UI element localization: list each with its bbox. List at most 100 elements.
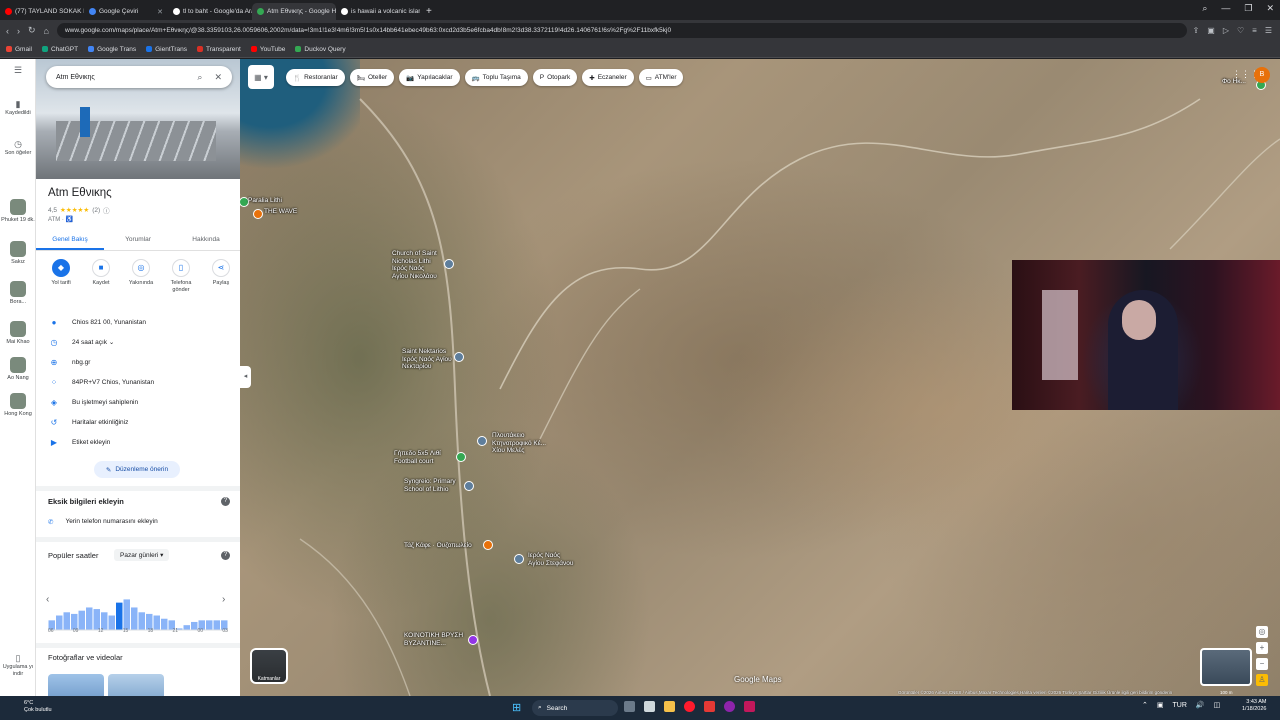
map-place-pin[interactable] (477, 436, 487, 446)
tab-1[interactable]: Yorumlar (104, 229, 172, 250)
action-button[interactable]: ■ Kaydet (86, 259, 116, 294)
forward-icon[interactable]: › (17, 26, 20, 36)
rail-recent-place[interactable]: Bora... (0, 281, 36, 306)
rail-recent-place[interactable]: Ao Nang (0, 357, 36, 382)
zoom-in-button[interactable]: + (1256, 642, 1268, 654)
info-row[interactable]: ▶ Etiket ekleyin (48, 432, 236, 452)
play-icon[interactable]: ▷ (1223, 26, 1229, 35)
map-place-label[interactable]: Γήπεδο 5x5 Λιθί Football court (394, 450, 441, 465)
back-icon[interactable]: ‹ (6, 26, 9, 36)
layers-thumbnail-button[interactable]: Katmanlar (250, 648, 288, 684)
map-place-pin[interactable] (454, 352, 464, 362)
windows-start-icon[interactable]: ⊞ (512, 701, 521, 714)
bookmark-item[interactable]: Duckov Query (295, 46, 346, 53)
category-chip[interactable]: ✚ Eczaneler (582, 69, 634, 86)
get-app-button[interactable]: ▯ Uygulama yı indir (0, 654, 36, 678)
map-place-label[interactable]: ΚΟΙΝΟΤΙΚΗ ΒΡΥΣΗ ΒΥΖΑΝΤΙΝΕ... (404, 632, 463, 647)
search-input[interactable]: Atm Εθνικης (56, 74, 95, 81)
heart-icon[interactable]: ♡ (1237, 26, 1244, 35)
action-button[interactable]: ⋖ Paylaş (206, 259, 236, 294)
tab-0[interactable]: Genel Bakış (36, 229, 104, 250)
review-count[interactable]: (2) (92, 207, 100, 214)
map-place-label[interactable]: Paralia Lithi (248, 197, 282, 205)
map-place-pin[interactable] (483, 540, 493, 550)
photo-thumbnail[interactable] (108, 674, 164, 696)
file-explorer-icon[interactable] (664, 701, 675, 712)
category-chip[interactable]: 🛏 Oteller (349, 69, 395, 86)
opera-icon[interactable] (684, 701, 695, 712)
info-row[interactable]: ⁘ 84PR+V7 Chios, Yunanistan (48, 372, 236, 392)
bookmark-item[interactable]: Transparent (197, 46, 241, 53)
minimize-icon[interactable]: — (1221, 3, 1230, 14)
help-icon[interactable]: ? (221, 551, 230, 560)
bookmark-item[interactable]: GientTrans (146, 46, 187, 53)
restore-icon[interactable]: ❐ (1244, 3, 1252, 14)
recording-app-icon[interactable] (704, 701, 715, 712)
map-place-pin[interactable] (464, 481, 474, 491)
map-place-pin[interactable] (514, 554, 524, 564)
bookmark-item[interactable]: YouTube (250, 46, 285, 53)
layers-toggle-button[interactable]: ▦ ▾ (248, 65, 274, 89)
rail-recent-place[interactable]: Mai Khao (0, 321, 36, 346)
browser-tab[interactable]: is hawaii a volcanic island✕ (336, 3, 420, 20)
volume-icon[interactable]: 🔊 (1196, 701, 1205, 709)
info-row[interactable]: ↺ Haritalar etkinliğiniz (48, 412, 236, 432)
browser-tab[interactable]: Google Çeviri ✕ (84, 3, 168, 20)
info-row[interactable]: ⊕ nbg.gr (48, 352, 236, 372)
map-place-label[interactable]: Ιερός Ναός Αγίου Στεφάνου (528, 552, 573, 567)
widgets-icon[interactable] (624, 701, 635, 712)
info-row[interactable]: ● Chios 821 00, Yunanistan (48, 312, 236, 332)
reload-icon[interactable]: ↻ (28, 25, 36, 36)
map-place-label[interactable]: THE WAVE (264, 208, 297, 216)
info-row[interactable]: ◈ Bu işletmeyi sahiplenin (48, 392, 236, 412)
bookmark-item[interactable]: Google Trans (88, 46, 136, 53)
taskbar-search[interactable]: ⌕ Search (532, 700, 618, 716)
add-phone-row[interactable]: ✆ Yerin telefon numarasını ekleyin (48, 518, 158, 526)
bookmark-item[interactable]: Gmail (6, 46, 32, 53)
saved-button[interactable]: ▮ Kaydedildi (0, 100, 36, 117)
menu-button[interactable]: ☰ (0, 66, 36, 76)
map-place-pin[interactable] (468, 635, 478, 645)
search-box[interactable]: Atm Εθνικης ⌕ ✕ (46, 66, 232, 88)
tray-app-icon[interactable]: ▣ (1157, 701, 1164, 709)
close-window-icon[interactable]: ✕ (1266, 3, 1274, 14)
street-view-preview[interactable] (1200, 648, 1252, 686)
browser-tab[interactable]: Atm Εθνικης - Google Ha✕ (252, 3, 336, 20)
map-place-pin[interactable] (253, 209, 263, 219)
map-place-pin[interactable] (456, 452, 466, 462)
avatar[interactable]: B (1254, 67, 1270, 83)
share-icon[interactable]: ⇪ (1193, 26, 1200, 35)
taskbar-clock[interactable]: 3:43 AM 1/18/2026 (1242, 699, 1266, 713)
day-selector[interactable]: Pazar günleri ▾ (114, 549, 170, 561)
language-indicator[interactable]: TUR (1173, 702, 1187, 709)
category-chip[interactable]: 📷 Yapılacaklar (399, 69, 460, 86)
browser-search-icon[interactable]: ⌕ (1202, 3, 1207, 14)
category-chip[interactable]: 🍴 Restoranlar (286, 69, 345, 86)
tray-chevron-icon[interactable]: ⌃ (1142, 701, 1148, 709)
tab-close-icon[interactable]: ✕ (157, 8, 163, 16)
bookmark-item[interactable]: ChatGPT (41, 46, 78, 53)
app-icon[interactable] (724, 701, 735, 712)
app-icon[interactable] (744, 701, 755, 712)
network-icon[interactable]: ◫ (1214, 701, 1221, 709)
rail-recent-place[interactable]: Sakız (0, 241, 36, 266)
reading-list-icon[interactable]: ≡ (1252, 26, 1257, 35)
url-field[interactable]: www.google.com/maps/place/Atm+Εθνικης/@3… (56, 23, 1187, 38)
weather-widget[interactable]: 6°C Çok bulutlu (24, 700, 52, 714)
recent-button[interactable]: ◷ Son öğeler (0, 140, 36, 157)
action-button[interactable]: ▯ Telefona gönder (166, 259, 196, 294)
help-icon[interactable]: ? (221, 497, 230, 506)
pegman-icon[interactable]: ♙ (1256, 674, 1268, 686)
map-place-label[interactable]: Τάζ Κάφε · Ουζοπωλείο (404, 542, 472, 550)
chart-next-icon[interactable]: › (222, 594, 225, 605)
task-view-icon[interactable] (644, 701, 655, 712)
info-row[interactable]: ◷ 24 saat açık ⌄ (48, 332, 236, 352)
home-icon[interactable]: ⌂ (44, 26, 49, 36)
suggest-edit-button[interactable]: ✎ Düzenleme önerin (94, 461, 180, 478)
map-place-label[interactable]: Πλουτάκειο Κτηνοτροφικό Κέ... Χίου Μελές (492, 432, 546, 455)
chart-prev-icon[interactable]: ‹ (46, 594, 49, 605)
map-place-pin[interactable] (444, 259, 454, 269)
category-chip[interactable]: 🚌 Toplu Taşıma (464, 69, 528, 86)
action-button[interactable]: ◎ Yakınında (126, 259, 156, 294)
clear-search-icon[interactable]: ✕ (214, 72, 222, 83)
